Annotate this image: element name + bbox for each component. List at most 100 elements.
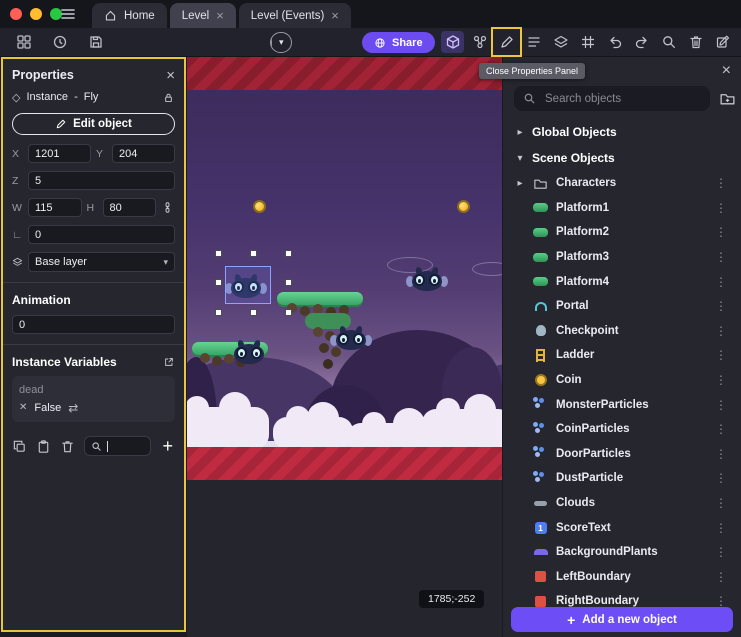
item-menu-icon[interactable]: [715, 250, 735, 264]
rotation-field[interactable]: [28, 225, 175, 244]
resize-handle[interactable]: [250, 309, 257, 316]
item-menu-icon[interactable]: [715, 447, 735, 461]
panels-layout-icon[interactable]: [12, 31, 35, 53]
close-window-button[interactable]: [10, 8, 22, 20]
close-tab-icon[interactable]: ×: [216, 9, 224, 22]
x-field[interactable]: [28, 144, 91, 163]
preview-button[interactable]: Preview ▾: [270, 32, 292, 53]
object-list-item[interactable]: Clouds: [513, 491, 735, 516]
share-button[interactable]: Share: [362, 32, 435, 53]
item-menu-icon[interactable]: [715, 201, 735, 215]
object-list-item[interactable]: CoinParticles: [513, 417, 735, 442]
object-list-item[interactable]: ScoreText: [513, 515, 735, 540]
add-folder-icon[interactable]: [719, 90, 736, 107]
layer-select[interactable]: Base layer ▾: [28, 252, 175, 272]
fly-sprite[interactable]: [409, 267, 445, 291]
close-panel-icon[interactable]: ×: [166, 68, 175, 83]
object-list-item[interactable]: DustParticle: [513, 466, 735, 491]
instances-group-icon[interactable]: [468, 31, 491, 53]
toggle-value-icon[interactable]: ⇄: [68, 401, 78, 415]
fly-sprite[interactable]: [231, 340, 267, 364]
minimize-window-button[interactable]: [30, 8, 42, 20]
add-variable-button[interactable]: +: [160, 437, 175, 455]
preview-dropdown-icon[interactable]: ▾: [272, 37, 291, 48]
object-list-item[interactable]: DoorParticles: [513, 442, 735, 467]
object-list-item[interactable]: Portal: [513, 294, 735, 319]
item-menu-icon[interactable]: [715, 496, 735, 510]
copy-icon[interactable]: [12, 439, 27, 454]
link-dimensions-icon[interactable]: [161, 201, 175, 214]
coin-sprite[interactable]: [253, 200, 266, 213]
object-list-item[interactable]: Platform1: [513, 196, 735, 221]
objects-panel-icon[interactable]: [441, 31, 464, 53]
coin-sprite[interactable]: [457, 200, 470, 213]
trash-icon[interactable]: [684, 31, 707, 53]
lock-icon[interactable]: [162, 91, 175, 104]
item-menu-icon[interactable]: [715, 373, 735, 387]
item-menu-icon[interactable]: [715, 324, 735, 338]
item-menu-icon[interactable]: [715, 299, 735, 313]
object-list-item[interactable]: Platform2: [513, 220, 735, 245]
resize-handle[interactable]: [285, 279, 292, 286]
search-variables-input[interactable]: [84, 436, 151, 456]
menu-icon[interactable]: [60, 6, 76, 22]
resize-handle[interactable]: [285, 309, 292, 316]
delete-icon[interactable]: [60, 439, 75, 454]
selection-handles: [215, 250, 292, 316]
fly-sprite[interactable]: [333, 326, 369, 350]
item-menu-icon[interactable]: [715, 176, 735, 190]
tab-level[interactable]: Level ×: [170, 3, 236, 28]
history-icon[interactable]: [48, 31, 71, 53]
variable-row[interactable]: dead ✕ False ⇄: [12, 376, 175, 422]
search-objects-box[interactable]: [514, 86, 710, 111]
y-field[interactable]: [112, 144, 175, 163]
object-list-item[interactable]: MonsterParticles: [513, 392, 735, 417]
object-list-item[interactable]: Platform3: [513, 245, 735, 270]
item-menu-icon[interactable]: [715, 398, 735, 412]
object-list-item[interactable]: Coin: [513, 368, 735, 393]
z-field[interactable]: [28, 171, 175, 190]
zoom-icon[interactable]: [657, 31, 680, 53]
paste-icon[interactable]: [36, 439, 51, 454]
resize-handle[interactable]: [250, 250, 257, 257]
grid-icon[interactable]: [576, 31, 599, 53]
instance-list-icon[interactable]: [522, 31, 545, 53]
resize-handle[interactable]: [285, 250, 292, 257]
resize-handle[interactable]: [215, 279, 222, 286]
add-new-object-button[interactable]: + Add a new object: [511, 607, 733, 632]
close-objects-panel-icon[interactable]: ×: [722, 63, 731, 79]
object-list-item[interactable]: Platform4: [513, 269, 735, 294]
item-menu-icon[interactable]: [715, 348, 735, 362]
resize-handle[interactable]: [215, 309, 222, 316]
animation-field[interactable]: [12, 315, 175, 334]
height-field[interactable]: [103, 198, 157, 217]
object-list-item[interactable]: LeftBoundary: [513, 565, 735, 590]
object-list-item[interactable]: Ladder: [513, 343, 735, 368]
object-list-item[interactable]: Checkpoint: [513, 319, 735, 344]
item-menu-icon[interactable]: [715, 521, 735, 535]
layers-icon[interactable]: [549, 31, 572, 53]
open-variables-editor-icon[interactable]: [163, 356, 175, 368]
item-menu-icon[interactable]: [715, 225, 735, 239]
item-menu-icon[interactable]: [715, 422, 735, 436]
item-menu-icon[interactable]: [715, 471, 735, 485]
object-list-item[interactable]: BackgroundPlants: [513, 540, 735, 565]
tab-level-events[interactable]: Level (Events) ×: [239, 3, 351, 28]
width-field[interactable]: [28, 198, 82, 217]
properties-panel-toggle-icon[interactable]: [495, 31, 518, 53]
redo-icon[interactable]: [630, 31, 653, 53]
search-objects-input[interactable]: [543, 92, 701, 106]
edit-object-button[interactable]: Edit object: [12, 113, 175, 135]
item-menu-icon[interactable]: [715, 570, 735, 584]
edit-scene-icon[interactable]: [711, 31, 734, 53]
object-folder-characters[interactable]: ▸ Characters: [513, 171, 735, 196]
item-menu-icon[interactable]: [715, 545, 735, 559]
scene-objects-section[interactable]: ▾ Scene Objects: [513, 145, 735, 171]
save-icon[interactable]: [84, 31, 107, 53]
tab-home[interactable]: Home: [92, 3, 167, 28]
undo-icon[interactable]: [603, 31, 626, 53]
close-tab-icon[interactable]: ×: [331, 9, 339, 22]
resize-handle[interactable]: [215, 250, 222, 257]
global-objects-section[interactable]: ▸ Global Objects: [513, 119, 735, 145]
item-menu-icon[interactable]: [715, 275, 735, 289]
